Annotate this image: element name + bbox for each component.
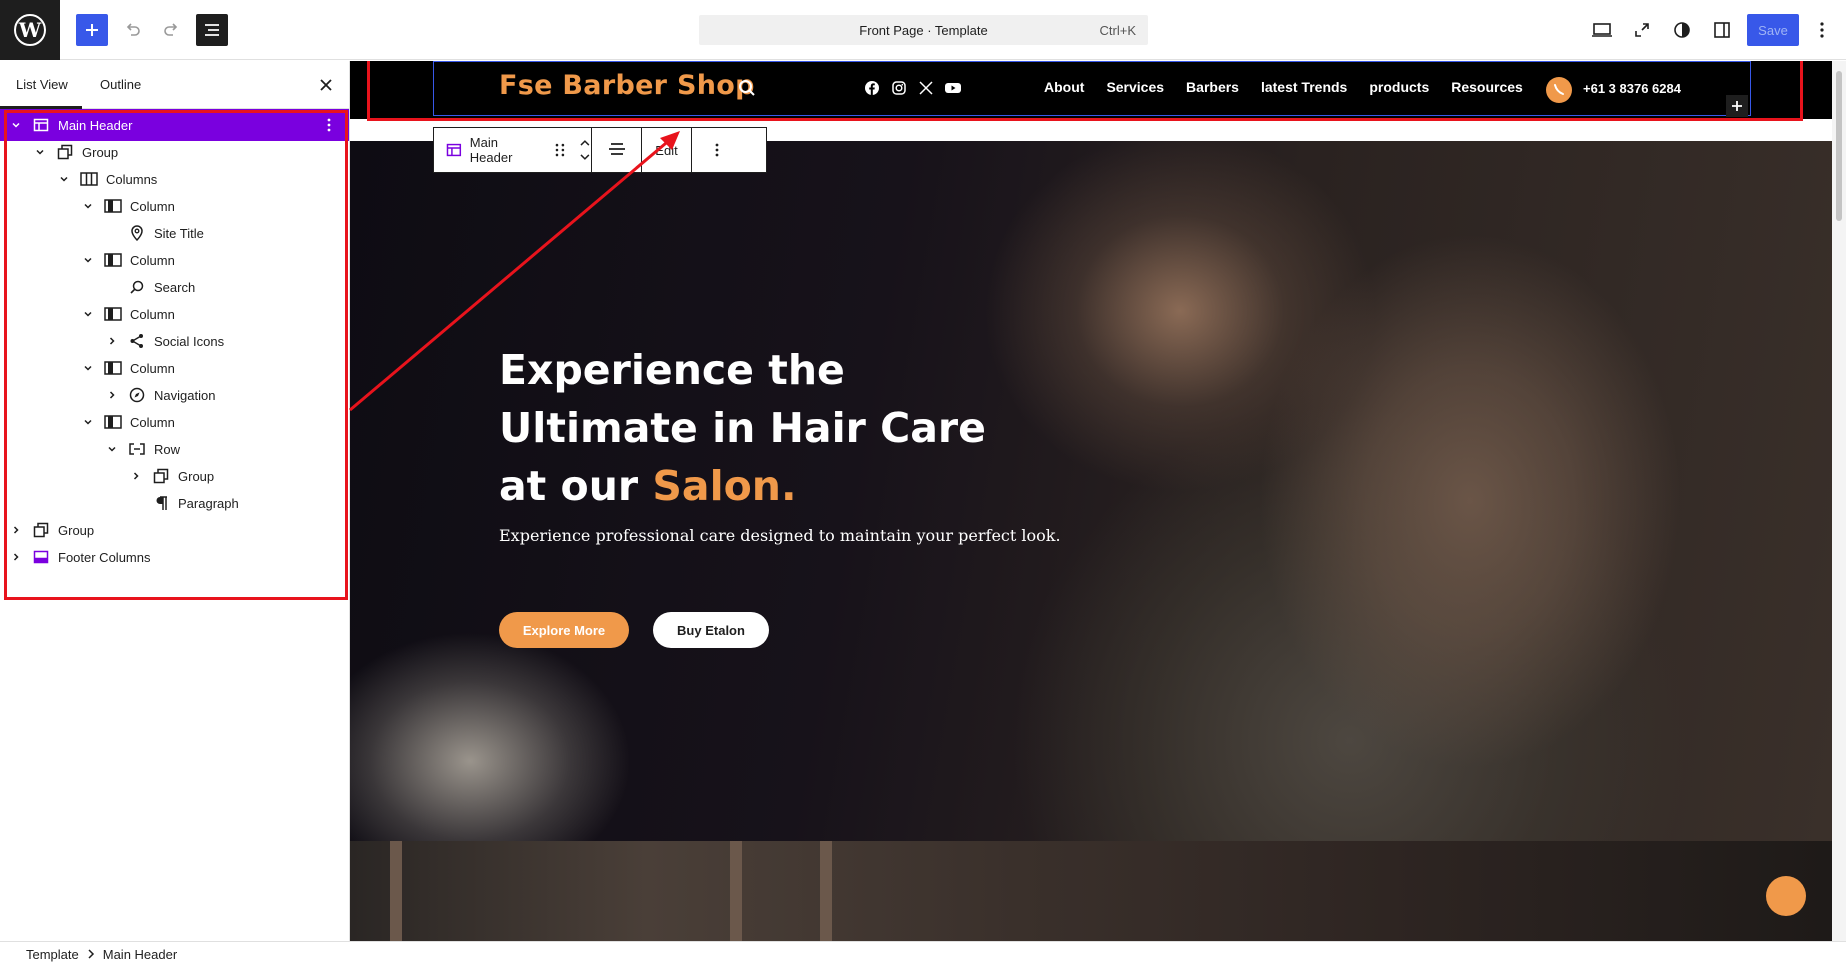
more-vertical-icon (715, 143, 719, 157)
sidebar-icon (1714, 22, 1730, 38)
document-overview-button[interactable] (196, 14, 228, 46)
align-button[interactable] (592, 128, 642, 172)
annotation-highlight-box (367, 61, 1803, 121)
buy-etalon-button[interactable]: Buy Etalon (653, 612, 769, 648)
more-vertical-icon (1820, 22, 1824, 38)
hero-heading-prefix: at our (499, 462, 653, 510)
canvas-scrollbar[interactable] (1832, 61, 1846, 941)
explore-more-button[interactable]: Explore More (499, 612, 629, 648)
redo-icon (164, 23, 178, 36)
scroll-to-top-button[interactable] (1766, 876, 1806, 916)
hero-heading-line: Experience the (499, 346, 845, 394)
redo-button[interactable] (156, 14, 188, 46)
sidebar-tabs: List View Outline (0, 61, 349, 109)
save-button[interactable]: Save (1747, 14, 1799, 46)
wordpress-icon: W (14, 14, 46, 46)
add-block-button[interactable] (76, 14, 108, 46)
edit-template-part-button[interactable]: Edit (642, 128, 692, 172)
options-menu-button[interactable] (1806, 14, 1838, 46)
align-full-icon (608, 143, 625, 155)
tab-list-view[interactable]: List View (16, 77, 68, 92)
hero-heading[interactable]: Experience the Ultimate in Hair Care at … (499, 341, 1059, 515)
annotation-highlight-box (4, 110, 348, 600)
template-part-icon (446, 143, 462, 157)
undo-button[interactable] (116, 14, 148, 46)
close-icon (320, 79, 332, 91)
plus-icon (86, 24, 98, 36)
hero-subtitle[interactable]: Experience professional care designed to… (499, 526, 1061, 545)
hero-heading-line: at our Salon. (499, 457, 1059, 515)
site-header[interactable]: Fse Barber Shop About Services Barbers l… (350, 61, 1832, 121)
hero-heading-accent: Salon. (652, 462, 797, 510)
styles-button[interactable] (1666, 14, 1698, 46)
preview-device-button[interactable] (1586, 14, 1618, 46)
block-breadcrumb: Template Main Header (0, 941, 1846, 966)
block-toolbar: Main Header Edit (433, 127, 767, 173)
svg-text:W: W (18, 18, 42, 42)
drag-handle-icon[interactable] (555, 142, 565, 158)
editor-top-toolbar: W Front Page · Template Ctrl+K Save (0, 0, 1846, 60)
close-sidebar-button[interactable] (316, 75, 336, 95)
command-palette-bar[interactable]: Front Page · Template Ctrl+K (699, 15, 1148, 45)
photo-detail (390, 841, 402, 941)
wordpress-logo-button[interactable]: W (0, 0, 60, 60)
photo-detail (820, 841, 832, 941)
undo-icon (126, 23, 140, 36)
hero-cover[interactable]: Experience the Ultimate in Hair Care at … (350, 141, 1832, 841)
photo-detail (730, 841, 742, 941)
block-options-button[interactable] (692, 128, 742, 172)
scrollbar-thumb[interactable] (1836, 71, 1842, 221)
fullscreen-button[interactable] (1626, 14, 1658, 46)
list-view-icon (205, 24, 219, 36)
external-icon (1635, 23, 1649, 37)
command-shortcut: Ctrl+K (1099, 22, 1136, 38)
document-title: Front Page · Template (859, 22, 988, 38)
desktop-icon (1592, 23, 1612, 37)
breadcrumb-main-header[interactable]: Main Header (103, 947, 177, 962)
settings-sidebar-button[interactable] (1706, 14, 1738, 46)
tab-outline[interactable]: Outline (100, 77, 141, 92)
block-toolbar-label: Main Header (469, 135, 513, 165)
move-up-down-icon[interactable] (579, 138, 591, 162)
salon-photo-section (350, 841, 1832, 941)
editor-canvas[interactable]: Fse Barber Shop About Services Barbers l… (350, 61, 1832, 941)
contrast-icon (1674, 22, 1690, 38)
chevron-right-icon (87, 947, 95, 962)
breadcrumb-template[interactable]: Template (26, 947, 79, 962)
block-parent-selector[interactable]: Main Header (434, 128, 592, 172)
hero-heading-line: Ultimate in Hair Care (499, 404, 986, 452)
